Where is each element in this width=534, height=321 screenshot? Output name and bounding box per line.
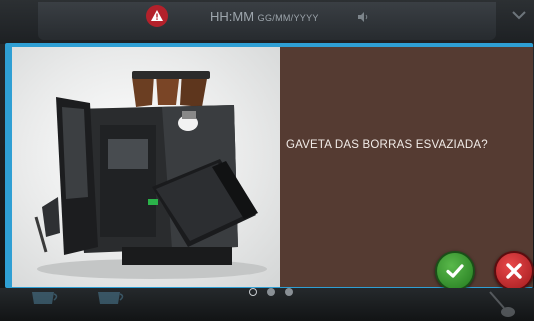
page-dot-2[interactable]: [267, 288, 275, 296]
date-text: GG/MM/YYYY: [257, 13, 319, 23]
confirm-button[interactable]: [435, 251, 475, 291]
warning-icon[interactable]: [146, 5, 168, 27]
page-dot-3[interactable]: [285, 288, 293, 296]
coffee-machine-image: [12, 47, 280, 287]
warning-triangle-glyph: [151, 10, 163, 21]
status-bar: HH:MM GG/MM/YYYY: [0, 0, 534, 44]
bottom-bar: [0, 288, 534, 321]
cleaning-brush-icon[interactable]: [486, 290, 516, 318]
confirmation-dialog: GAVETA DAS BORRAS ESVAZIADA?: [5, 43, 534, 291]
datetime-display: HH:MM GG/MM/YYYY: [210, 9, 319, 24]
cup-icon[interactable]: [30, 290, 60, 306]
checkmark-icon: [446, 264, 464, 278]
coffee-machine-illustration: [34, 71, 267, 279]
dialog-question: GAVETA DAS BORRAS ESVAZIADA?: [286, 139, 488, 151]
speaker-icon[interactable]: [358, 12, 370, 22]
page-indicator: [249, 288, 293, 296]
time-text: HH:MM: [210, 9, 255, 24]
chevron-down-icon[interactable]: [512, 10, 526, 20]
screen: HH:MM GG/MM/YYYY GAVETA DAS BORRAS ESVAZ…: [0, 0, 534, 321]
page-dot-1[interactable]: [249, 288, 257, 296]
dialog-panel: GAVETA DAS BORRAS ESVAZIADA?: [280, 47, 534, 291]
cancel-button[interactable]: [494, 251, 534, 291]
cup-icon[interactable]: [96, 290, 126, 306]
x-icon: [506, 263, 522, 279]
